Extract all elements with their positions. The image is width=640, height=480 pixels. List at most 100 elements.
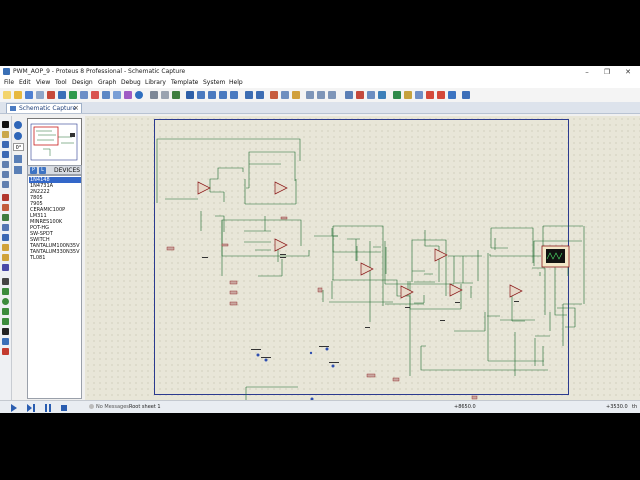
zoom-all-icon[interactable] [219, 91, 227, 99]
mirror-y-icon[interactable] [14, 166, 22, 174]
device-list: 1N4148 1N4731A 2N2222 7805 7905 CERAMIC1… [27, 175, 82, 399]
packaging-icon[interactable] [367, 91, 375, 99]
wire-label-mode-icon[interactable] [2, 151, 9, 158]
grid-icon[interactable] [150, 91, 158, 99]
paste-icon[interactable] [292, 91, 300, 99]
device-pins-mode-icon[interactable] [2, 204, 9, 211]
circle-mode-icon[interactable] [2, 298, 9, 305]
help-icon[interactable] [135, 91, 143, 99]
buses-mode-icon[interactable] [2, 171, 9, 178]
import-icon[interactable] [36, 91, 44, 99]
close-button[interactable]: ✕ [621, 67, 635, 77]
rotation-angle-field[interactable]: 0° [13, 143, 24, 151]
pick-devices-button[interactable]: P [30, 167, 37, 174]
graph-mode-icon[interactable] [2, 214, 9, 221]
gerber-icon[interactable] [91, 91, 99, 99]
wire-autorouter-icon[interactable] [393, 91, 401, 99]
bom-report-icon[interactable] [462, 91, 470, 99]
cut-icon[interactable] [270, 91, 278, 99]
path-mode-icon[interactable] [2, 318, 9, 325]
center-icon[interactable] [186, 91, 194, 99]
redo-icon[interactable] [256, 91, 264, 99]
menu-file[interactable]: File [4, 79, 14, 86]
zoom-area-icon[interactable] [230, 91, 238, 99]
device-item[interactable]: TL081 [29, 255, 81, 261]
open-icon[interactable] [14, 91, 22, 99]
menu-design[interactable]: Design [72, 79, 93, 86]
overview-window[interactable] [27, 118, 82, 166]
menu-view[interactable]: View [36, 79, 50, 86]
search-tag-icon[interactable] [404, 91, 412, 99]
schematic-icon[interactable] [58, 91, 66, 99]
x-coordinate: +8650.0 [454, 404, 476, 410]
pcb-icon[interactable] [69, 91, 77, 99]
message-indicator[interactable]: No Messages [89, 404, 129, 410]
3d-icon[interactable] [80, 91, 88, 99]
block-copy-icon[interactable] [306, 91, 314, 99]
copy-icon[interactable] [281, 91, 289, 99]
text-script-mode-icon[interactable] [2, 161, 9, 168]
pick-device-icon[interactable] [345, 91, 353, 99]
pan-icon[interactable] [172, 91, 180, 99]
menu-edit[interactable]: Edit [19, 79, 31, 86]
vsm-icon[interactable] [124, 91, 132, 99]
rotation-tools: 0° [12, 116, 25, 176]
origin-icon[interactable] [161, 91, 169, 99]
menu-debug[interactable]: Debug [121, 79, 141, 86]
maximize-button[interactable]: ❐ [600, 67, 614, 77]
menu-library[interactable]: Library [145, 79, 166, 86]
block-rotate-icon[interactable] [328, 91, 336, 99]
arc-mode-icon[interactable] [2, 308, 9, 315]
decompose-icon[interactable] [378, 91, 386, 99]
component-mode-icon[interactable] [2, 131, 9, 138]
schematic-canvas[interactable] [85, 116, 640, 400]
junction-mode-icon[interactable] [2, 141, 9, 148]
main-toolbar [0, 88, 640, 103]
property-assign-icon[interactable] [415, 91, 423, 99]
new-icon[interactable] [3, 91, 11, 99]
block-move-icon[interactable] [317, 91, 325, 99]
tab-schematic-capture[interactable]: Schematic Capture × [6, 103, 82, 113]
minimize-button[interactable]: – [580, 67, 594, 77]
menu-system[interactable]: System [203, 79, 225, 86]
rotate-ccw-icon[interactable] [14, 132, 22, 140]
pause-icon[interactable] [44, 404, 52, 412]
terminals-mode-icon[interactable] [2, 194, 9, 201]
library-manager-button[interactable]: L [39, 167, 46, 174]
generator-mode-icon[interactable] [2, 234, 9, 241]
stop-icon[interactable] [60, 404, 68, 412]
save-icon[interactable] [25, 91, 33, 99]
play-icon[interactable] [10, 404, 18, 412]
line-mode-icon[interactable] [2, 278, 9, 285]
undo-icon[interactable] [245, 91, 253, 99]
marker-mode-icon[interactable] [2, 348, 9, 355]
source-icon[interactable] [113, 91, 121, 99]
voltage-probe-icon[interactable] [2, 244, 9, 251]
step-icon[interactable] [27, 404, 35, 412]
box-mode-icon[interactable] [2, 288, 9, 295]
tape-recorder-icon[interactable] [2, 224, 9, 231]
netlist-icon[interactable] [426, 91, 434, 99]
text-mode-icon[interactable] [2, 328, 9, 335]
menu-help[interactable]: Help [229, 79, 243, 86]
zoom-in-icon[interactable] [197, 91, 205, 99]
app-icon [3, 68, 10, 75]
current-probe-icon[interactable] [2, 254, 9, 261]
rotate-cw-icon[interactable] [14, 121, 22, 129]
make-device-icon[interactable] [356, 91, 364, 99]
selection-mode-icon[interactable] [2, 121, 9, 128]
menu-tool[interactable]: Tool [55, 79, 67, 86]
tab-close-icon[interactable]: × [73, 104, 79, 112]
mirror-x-icon[interactable] [14, 155, 22, 163]
bom-icon[interactable] [102, 91, 110, 99]
subcircuit-mode-icon[interactable] [2, 181, 9, 188]
virtual-instruments-icon[interactable] [2, 264, 9, 271]
zoom-out-icon[interactable] [208, 91, 216, 99]
ares-icon[interactable] [448, 91, 456, 99]
electrical-check-icon[interactable] [437, 91, 445, 99]
symbol-mode-icon[interactable] [2, 338, 9, 345]
home-icon[interactable] [47, 91, 55, 99]
proteus-window: PWM_AOP_9 - Proteus 8 Professional - Sch… [0, 66, 640, 413]
menu-template[interactable]: Template [171, 79, 198, 86]
menu-graph[interactable]: Graph [98, 79, 116, 86]
